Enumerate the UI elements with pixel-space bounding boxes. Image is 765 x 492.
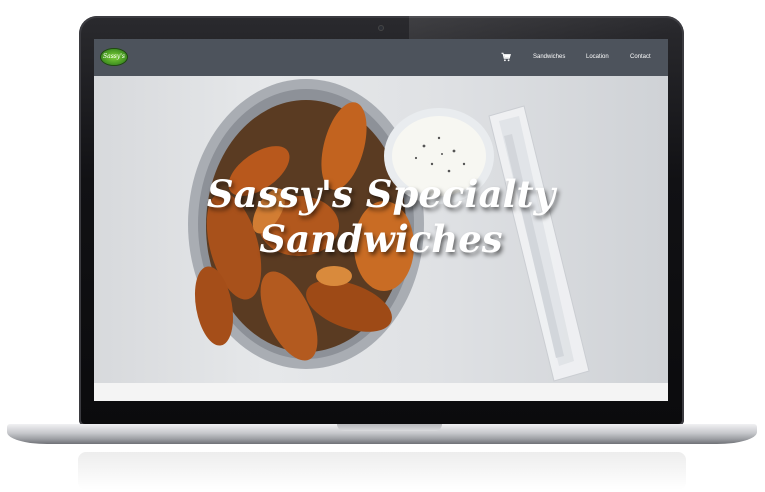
laptop-reflection	[78, 452, 686, 490]
laptop-base	[7, 424, 757, 444]
camera-icon	[378, 25, 384, 31]
laptop-screen: Sassy's Sandwiches Location Contact Sass…	[94, 39, 668, 401]
site-navbar: Sassy's Sandwiches Location Contact	[94, 39, 668, 76]
hero-title: Sassy's Specialty Sandwiches	[206, 172, 556, 261]
nav-link-sandwiches[interactable]: Sandwiches	[533, 52, 565, 62]
laptop-mockup: Sassy's Sandwiches Location Contact Sass…	[0, 0, 765, 492]
nav-link-location[interactable]: Location	[586, 52, 609, 62]
hero-banner: Sassy's Specialty Sandwiches	[94, 76, 668, 383]
nav-link-contact[interactable]: Contact	[630, 52, 651, 62]
site-logo[interactable]: Sassy's	[101, 49, 127, 65]
laptop-base-notch	[337, 424, 442, 431]
content-section-start	[94, 383, 668, 401]
shopping-cart-icon[interactable]	[501, 52, 511, 62]
